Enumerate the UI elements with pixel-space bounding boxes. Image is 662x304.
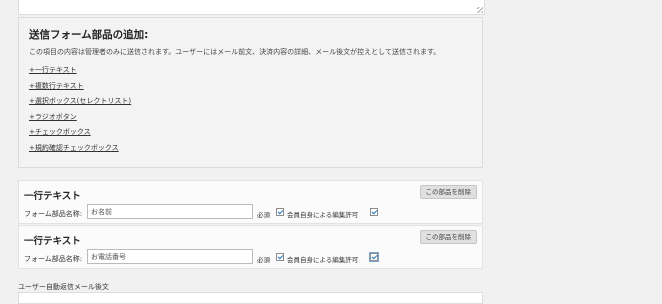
auto-reply-footer-textarea[interactable] [18,292,483,304]
field-type-title: 一行テキスト [24,236,81,247]
add-form-parts-panel: 送信フォーム部品の追加: この項目の内容は管理者のみに送信されます。ユーザーには… [18,17,483,168]
delete-field-button[interactable]: この部品を削除 [419,230,477,244]
auto-reply-footer-label: ユーザー自動返信メール後文 [18,283,109,291]
member-edit-checkbox[interactable] [370,208,378,216]
member-edit-checkbox[interactable] [370,253,378,261]
required-label: 必須 [257,211,270,219]
field-name-input[interactable] [87,249,253,264]
form-field-phone: 一行テキスト この部品を削除 フォーム部品名称: 必須 会員自身による編集許可 [18,225,483,269]
member-edit-label: 会員自身による編集許可 [287,211,359,219]
form-field-name: 一行テキスト この部品を削除 フォーム部品名称: 必須 会員自身による編集許可 [18,180,483,224]
add-parts-title: 送信フォーム部品の追加: [29,29,149,41]
required-label: 必須 [257,256,270,264]
delete-field-button[interactable]: この部品を削除 [419,185,477,199]
add-single-line-text-link[interactable]: +一行テキスト [29,65,131,81]
member-edit-label: 会員自身による編集許可 [287,256,359,264]
required-checkbox[interactable] [276,208,284,216]
add-multi-line-text-link[interactable]: +複数行テキスト [29,81,131,97]
field-name-label: フォーム部品名称: [24,255,83,263]
message-textarea[interactable] [18,0,485,15]
field-name-input[interactable] [87,204,253,219]
add-checkbox-link[interactable]: +チェックボックス [29,127,131,143]
resize-handle-icon[interactable] [477,7,483,13]
field-type-title: 一行テキスト [24,191,81,202]
field-name-label: フォーム部品名称: [24,210,83,218]
add-parts-description: この項目の内容は管理者のみに送信されます。ユーザーにはメール前文、決済内容の詳細… [29,48,441,56]
add-select-box-link[interactable]: +選択ボックス(セレクトリスト) [29,96,131,112]
required-checkbox[interactable] [276,253,284,261]
add-parts-link-list: +一行テキスト +複数行テキスト +選択ボックス(セレクトリスト) +ラジオボタ… [29,65,131,159]
add-radio-button-link[interactable]: +ラジオボタン [29,112,131,128]
add-terms-checkbox-link[interactable]: +規約確認チェックボックス [29,143,131,159]
